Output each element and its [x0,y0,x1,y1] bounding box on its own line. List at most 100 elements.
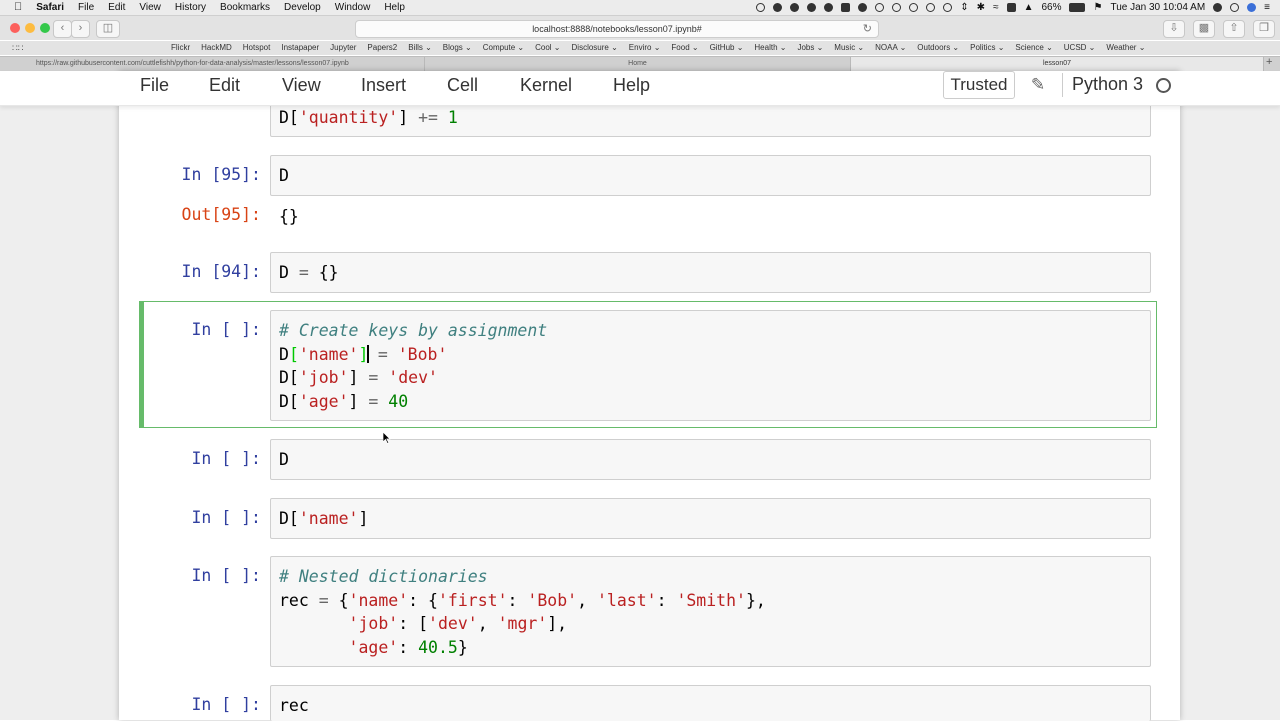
jupyter-menu-edit[interactable]: Edit [209,75,240,96]
favorite-item[interactable]: Outdoors ⌄ [917,43,959,52]
status-icon[interactable] [807,3,817,12]
tab-raw-github[interactable]: https://raw.githubusercontent.com/cuttle… [0,57,425,71]
menu-window[interactable]: Window [335,1,371,14]
menu-develop[interactable]: Develop [284,1,321,14]
record-icon[interactable] [756,3,766,12]
sidebar-button[interactable]: ◫ [96,20,120,38]
code-cell-input[interactable]: # Nested dictionaries rec = {'name': {'f… [270,556,1151,667]
status-icon[interactable] [773,3,783,12]
favorite-item[interactable]: Politics ⌄ [970,43,1004,52]
favorite-item[interactable]: Jobs ⌄ [797,43,823,52]
favorite-item[interactable]: Compute ⌄ [483,43,524,52]
code-cell-input[interactable]: D [270,155,1151,196]
menu-bookmarks[interactable]: Bookmarks [220,1,270,14]
share-button[interactable]: ⇧ [1223,20,1245,38]
sync-arrows-icon[interactable]: ⇕ [960,1,968,14]
favorite-item[interactable]: Weather ⌄ [1106,43,1145,52]
favorite-item[interactable]: Blogs ⌄ [443,43,472,52]
code-cell-input[interactable]: D [270,439,1151,480]
favorite-item[interactable]: Hotspot [243,43,271,52]
favorite-item[interactable]: GitHub ⌄ [710,43,744,52]
favorite-item[interactable]: Instapaper [281,43,319,52]
jupyter-menu-insert[interactable]: Insert [361,75,406,96]
status-icon[interactable] [841,3,851,12]
code-cell-input[interactable]: rec [270,685,1151,721]
code-block: # Nested dictionaries rec = {'name': {'f… [279,567,766,657]
favorite-item[interactable]: Disclosure ⌄ [572,43,618,52]
airplay-icon[interactable] [1006,3,1016,12]
menu-history[interactable]: History [175,1,206,14]
extension-button[interactable]: ▩ [1193,20,1215,38]
tabs-icon: ❐ [1259,22,1269,34]
trusted-indicator[interactable]: Trusted [943,71,1015,99]
sidebar-icon: ◫ [102,22,114,34]
volume-icon[interactable]: ▲ [1024,1,1034,14]
bluetooth-icon[interactable]: ✱ [977,1,985,14]
favorite-item[interactable]: Papers2 [367,43,397,52]
output-prompt: Out[95]: [181,205,261,224]
favorite-item[interactable]: Food ⌄ [671,43,698,52]
list-icon[interactable]: ≡ [1264,1,1270,14]
minimize-window-button[interactable] [25,23,35,33]
favorite-item[interactable]: Enviro ⌄ [629,43,661,52]
sync-icon[interactable] [926,3,936,12]
code-cell-input[interactable]: D['name'] [270,498,1151,539]
new-tab-plus-icon[interactable]: + [1266,56,1272,68]
zoom-window-button[interactable] [40,23,50,33]
jupyter-menu-file[interactable]: File [140,75,169,96]
reload-icon[interactable]: ↻ [863,21,872,37]
favorite-item[interactable]: Cool ⌄ [535,43,560,52]
forward-button[interactable]: › [71,20,90,38]
spotlight-icon[interactable] [1230,3,1240,12]
glasses-icon[interactable] [909,3,919,12]
siri-icon[interactable] [1247,3,1257,12]
downloads-button[interactable]: ⇩ [1163,20,1185,38]
back-button[interactable]: ‹ [53,20,72,38]
tab-lesson07[interactable]: lesson07 [851,57,1264,71]
time-machine-icon[interactable] [943,3,953,12]
favorite-item[interactable]: Science ⌄ [1015,43,1052,52]
jupyter-menu-cell[interactable]: Cell [447,75,478,96]
jupyter-menu-view[interactable]: View [282,75,321,96]
tab-home[interactable]: Home [425,57,851,71]
favorite-item[interactable]: UCSD ⌄ [1064,43,1096,52]
jupyter-menu-help[interactable]: Help [613,75,650,96]
favorite-item[interactable]: Music ⌄ [834,43,864,52]
close-window-button[interactable] [10,23,20,33]
favorite-item[interactable]: HackMD [201,43,232,52]
favorites-bar: ∷∷ Flickr HackMD Hotspot Instapaper Jupy… [0,41,1280,55]
favorite-item[interactable]: Jupyter [330,43,356,52]
grid-icon[interactable]: ∷∷ [12,43,23,54]
menu-edit[interactable]: Edit [108,1,125,14]
menu-view[interactable]: View [139,1,161,14]
code-line: D = {} [279,263,339,282]
address-bar[interactable]: localhost:8888/notebooks/lesson07.ipynb#… [355,20,879,38]
flag-icon[interactable]: ⚑ [1093,1,1102,14]
wifi-icon[interactable]: ≈ [993,1,999,14]
user-icon[interactable] [1213,3,1223,12]
edit-mode-pencil-icon[interactable]: ✎ [1024,71,1052,99]
favorite-item[interactable]: Health ⌄ [754,43,786,52]
status-icon[interactable] [875,3,885,12]
status-icon[interactable] [790,3,800,12]
tabs-overview-button[interactable]: ❐ [1253,20,1275,38]
jupyter-menu-kernel[interactable]: Kernel [520,75,572,96]
favorite-item[interactable]: NOAA ⌄ [875,43,906,52]
status-icon[interactable] [892,3,902,12]
menu-help[interactable]: Help [384,1,405,14]
code-cell-input[interactable]: D = {} [270,252,1151,293]
shield-icon[interactable] [858,3,868,12]
menu-file[interactable]: File [78,1,94,14]
share-icon: ⇧ [1229,22,1239,34]
cell-prompt: In [95]: [181,165,261,184]
tab-label: lesson07 [1042,60,1072,67]
favorite-item[interactable]: Bills ⌄ [408,43,432,52]
battery-percent[interactable]: 66% [1041,1,1061,14]
favorite-item[interactable]: Flickr [171,43,190,52]
cloud-icon[interactable] [824,3,834,12]
apple-icon[interactable]:  [14,1,22,14]
clock[interactable]: Tue Jan 30 10:04 AM [1110,1,1205,14]
menu-app-name[interactable]: Safari [36,1,64,14]
battery-icon[interactable] [1069,3,1086,12]
code-cell-input-active[interactable]: # Create keys by assignment D['name'] = … [270,310,1151,421]
